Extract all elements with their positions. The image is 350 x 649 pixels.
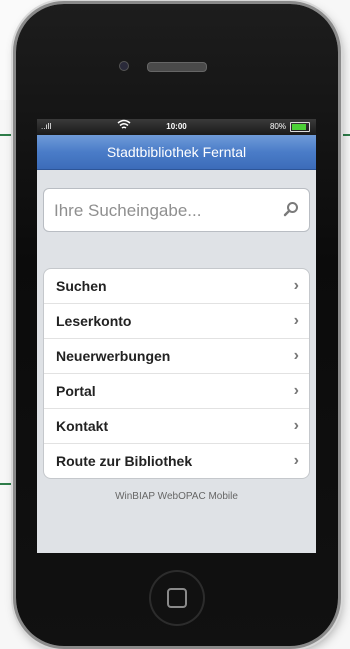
phone-screen: ..ıll 10:00 80% Stadtbibliothek Ferntal [37, 119, 316, 553]
search-icon[interactable] [283, 201, 299, 217]
search-box[interactable] [43, 188, 310, 233]
app-title-bar: Stadtbibliothek Ferntal [37, 135, 316, 170]
battery-icon [290, 122, 310, 132]
chevron-right-icon: › [293, 452, 299, 469]
menu-item-suchen[interactable]: Suchen › [44, 269, 309, 304]
home-button-icon[interactable] [149, 570, 205, 626]
menu-item-label: Kontakt [56, 418, 109, 434]
menu-item-portal[interactable]: Portal › [44, 374, 309, 409]
status-bar: ..ıll 10:00 80% [37, 119, 316, 135]
search-input[interactable] [52, 189, 276, 233]
menu-item-label: Leserkonto [56, 313, 132, 329]
menu-item-label: Route zur Bibliothek [56, 453, 193, 469]
chevron-right-icon: › [293, 347, 299, 364]
phone-frame: ..ıll 10:00 80% Stadtbibliothek Ferntal [16, 4, 338, 646]
menu-item-neuerwerbungen[interactable]: Neuerwerbungen › [44, 339, 309, 374]
chevron-right-icon: › [293, 382, 299, 399]
menu-item-label: Suchen [56, 278, 107, 294]
chevron-right-icon: › [293, 312, 299, 329]
chevron-right-icon: › [293, 417, 299, 434]
menu-item-label: Portal [56, 383, 96, 399]
menu-item-route[interactable]: Route zur Bibliothek › [44, 444, 309, 478]
main-menu: Suchen › Leserkonto › Neuerwerbungen › P… [43, 268, 310, 479]
chevron-right-icon: › [293, 277, 299, 294]
battery-percent: 80% [269, 122, 286, 131]
footer-text: WinBIAP WebOPAC Mobile [115, 491, 238, 502]
speaker-grille [147, 62, 207, 72]
menu-item-label: Neuerwerbungen [56, 348, 171, 364]
camera-icon [119, 61, 129, 71]
menu-item-leserkonto[interactable]: Leserkonto › [44, 304, 309, 339]
menu-item-kontakt[interactable]: Kontakt › [44, 409, 309, 444]
search-area [37, 170, 316, 233]
